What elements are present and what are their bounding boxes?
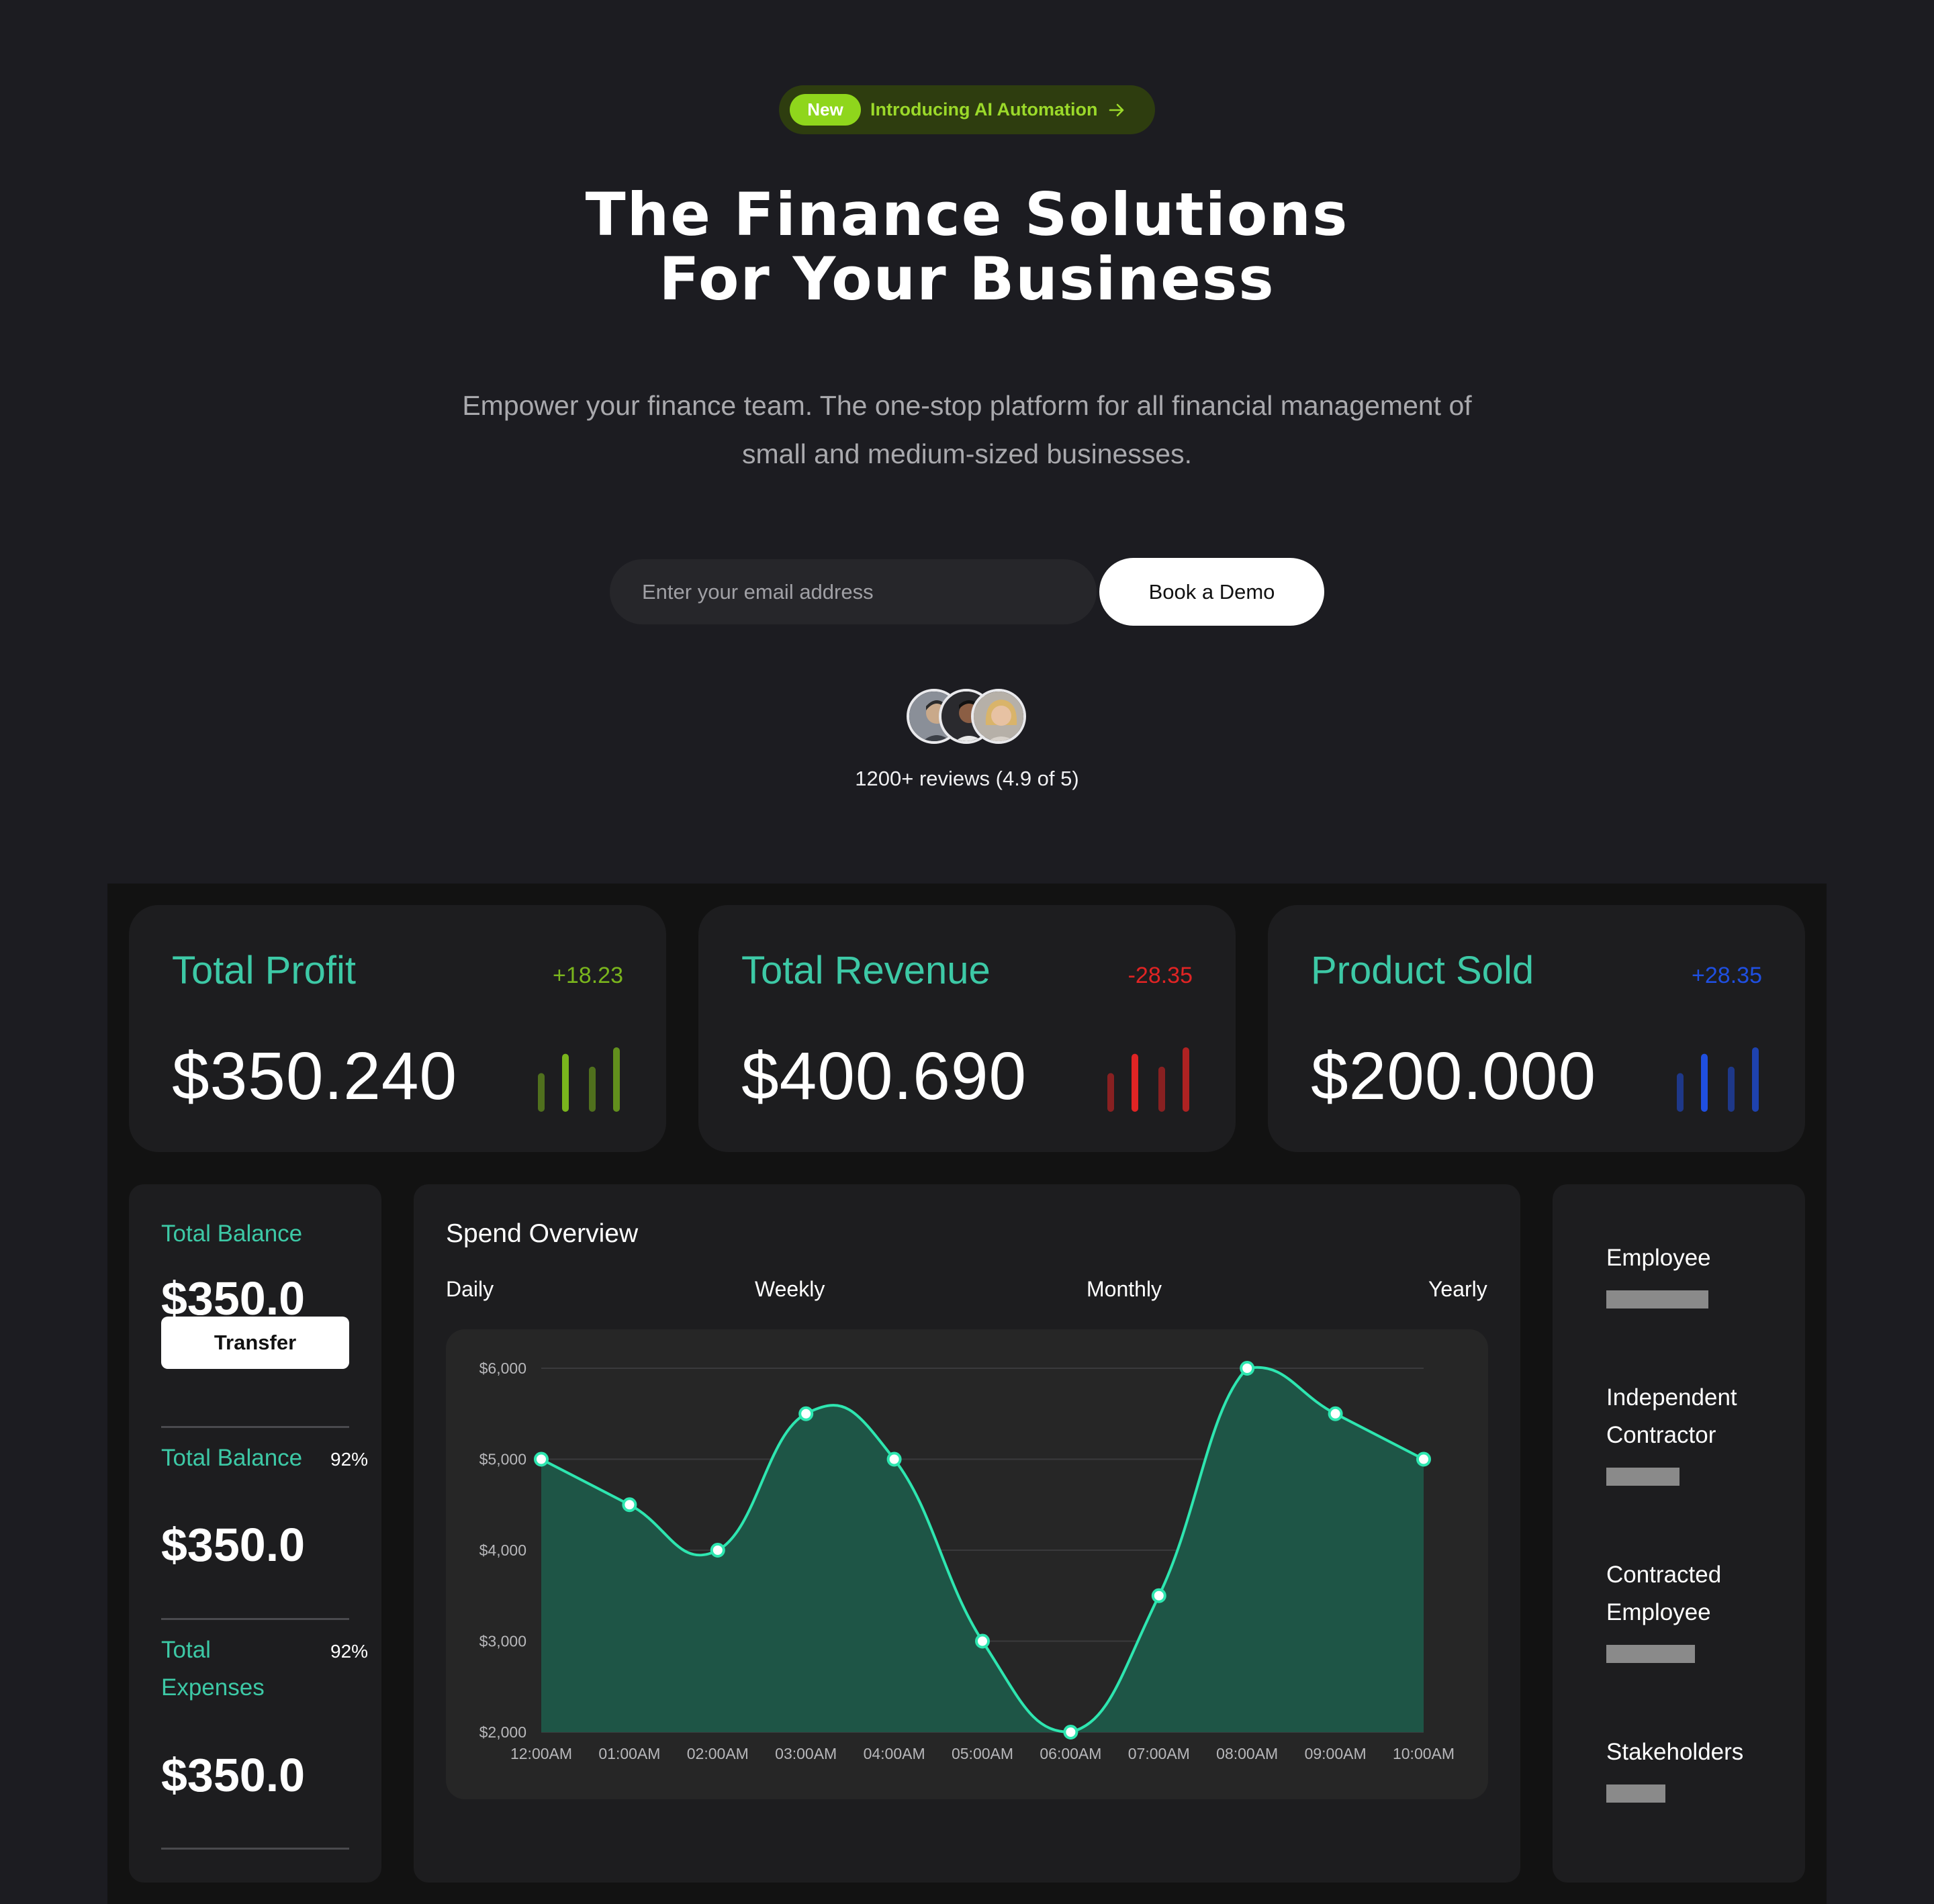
total-balance-label: Total Balance — [161, 1445, 303, 1471]
hero-subtitle-line-1: Empower your finance team. The one-stop … — [462, 390, 1472, 421]
reviewer-avatars — [907, 689, 1027, 745]
email-field-wrapper — [610, 559, 1097, 624]
data-point[interactable] — [1240, 1361, 1255, 1376]
mini-bar-chart-icon — [538, 1047, 620, 1112]
hero-section: New Introducing AI Automation The Financ… — [0, 0, 1934, 884]
divider — [161, 1848, 349, 1850]
balance-percent: 92% — [330, 1449, 369, 1470]
x-tick-label: 09:00AM — [1305, 1745, 1367, 1762]
stat-change: +18.23 — [553, 963, 623, 988]
tab-yearly[interactable]: Yearly — [1428, 1277, 1487, 1302]
workforce-label-employee: Employee — [1606, 1239, 1711, 1277]
workforce-label-independent-contractor: Independent Contractor — [1606, 1379, 1737, 1454]
data-point[interactable] — [1416, 1451, 1431, 1467]
x-tick-label: 07:00AM — [1128, 1745, 1190, 1762]
total-expenses-value: $350.0 — [161, 1749, 306, 1801]
x-tick-label: 02:00AM — [687, 1745, 749, 1762]
data-point[interactable] — [710, 1543, 725, 1558]
data-point[interactable] — [975, 1633, 990, 1649]
x-tick-label: 10:00AM — [1393, 1745, 1455, 1762]
stat-change: -28.35 — [1127, 963, 1193, 988]
x-tick-label: 12:00AM — [510, 1745, 572, 1762]
hero-subtitle: Empower your finance team. The one-stop … — [376, 381, 1558, 478]
total-expenses-label-line1: Total — [161, 1637, 211, 1663]
stat-value: $350.240 — [172, 1039, 458, 1114]
total-expenses-label-line2: Expenses — [161, 1674, 265, 1701]
mini-bar-chart-icon — [1107, 1047, 1189, 1112]
book-demo-button[interactable]: Book a Demo — [1099, 558, 1324, 626]
stat-card-product-sold: Product Sold +28.35 $200.000 — [1268, 905, 1805, 1152]
hero-title-line-2: For Your Business — [659, 244, 1275, 314]
divider — [161, 1426, 349, 1428]
x-tick-label: 03:00AM — [775, 1745, 837, 1762]
x-tick-label: 01:00AM — [598, 1745, 660, 1762]
data-point[interactable] — [798, 1406, 814, 1421]
expenses-percent: 92% — [330, 1641, 369, 1662]
workforce-label-contracted-employee: Contracted Employee — [1606, 1556, 1721, 1631]
tab-daily[interactable]: Daily — [446, 1277, 494, 1302]
reviews-summary: 1200+ reviews (4.9 of 5) — [855, 767, 1079, 790]
workforce-label-line: Independent — [1606, 1384, 1737, 1411]
avatar — [971, 689, 1026, 744]
announcement-badge[interactable]: New Introducing AI Automation — [779, 85, 1155, 134]
stat-title: Product Sold — [1311, 949, 1534, 992]
stat-card-total-profit: Total Profit +18.23 $350.240 — [129, 905, 666, 1152]
workforce-bar — [1606, 1645, 1696, 1663]
spend-overview-title: Spend Overview — [446, 1219, 639, 1248]
data-point[interactable] — [534, 1451, 549, 1467]
spend-chart: $2,000 $3,000 $4,000 $5,000 $6,000 12:00AM 01:… — [446, 1329, 1488, 1799]
stat-card-total-revenue: Total Revenue -28.35 $400.690 — [698, 905, 1236, 1152]
spend-overview-panel: Spend Overview Daily Weekly Monthly Year… — [414, 1184, 1520, 1883]
workforce-panel: Employee Independent Contractor Contract… — [1553, 1184, 1805, 1883]
workforce-bar — [1606, 1290, 1708, 1308]
x-tick-label: 05:00AM — [952, 1745, 1013, 1762]
hero-title-line-1: The Finance Solutions — [585, 180, 1349, 249]
x-tick-label: 04:00AM — [864, 1745, 925, 1762]
data-point[interactable] — [1328, 1406, 1343, 1421]
workforce-label-line: Employee — [1606, 1245, 1711, 1271]
stat-change: +28.35 — [1692, 963, 1762, 988]
arrow-right-icon — [1109, 103, 1124, 116]
new-tag: New — [790, 94, 861, 126]
person-icon — [974, 692, 1023, 741]
hero-subtitle-line-2: small and medium-sized businesses. — [742, 438, 1192, 469]
data-point[interactable] — [622, 1497, 637, 1513]
stat-value: $200.000 — [1311, 1039, 1597, 1114]
workforce-bar — [1606, 1468, 1680, 1486]
workforce-label-line: Employee — [1606, 1599, 1711, 1625]
transfer-button[interactable]: Transfer — [161, 1317, 349, 1369]
data-point[interactable] — [1063, 1725, 1078, 1740]
y-tick-label: $6,000 — [479, 1360, 526, 1377]
x-tick-label: 08:00AM — [1216, 1745, 1278, 1762]
stat-title: Total Revenue — [741, 949, 991, 992]
data-point[interactable] — [886, 1451, 902, 1467]
y-tick-label: $2,000 — [479, 1723, 526, 1741]
mini-bar-chart-icon — [1677, 1047, 1759, 1112]
data-point[interactable] — [1151, 1588, 1166, 1603]
total-balance-value: $350.0 — [161, 1519, 306, 1571]
workforce-label-line: Contracted — [1606, 1562, 1722, 1588]
x-tick-label: 06:00AM — [1040, 1745, 1101, 1762]
workforce-label-line: Stakeholders — [1606, 1739, 1744, 1765]
divider — [161, 1618, 349, 1620]
tab-weekly[interactable]: Weekly — [755, 1277, 825, 1302]
workforce-label-line: Contractor — [1606, 1422, 1716, 1448]
email-field[interactable] — [642, 571, 1072, 612]
tab-monthly[interactable]: Monthly — [1087, 1277, 1162, 1302]
balance-panel: Total Balance $350.0 Transfer Total Bala… — [129, 1184, 381, 1883]
announcement-text: Introducing AI Automation — [870, 99, 1098, 120]
y-tick-label: $5,000 — [479, 1451, 526, 1468]
workforce-bar — [1606, 1784, 1666, 1803]
spend-chart-svg: $2,000 $3,000 $4,000 $5,000 $6,000 12:00AM 01:… — [479, 1360, 1455, 1762]
y-tick-label: $4,000 — [479, 1541, 526, 1559]
hero-title: The Finance Solutions For Your Business — [0, 183, 1934, 312]
y-tick-label: $3,000 — [479, 1633, 526, 1650]
workforce-label-stakeholders: Stakeholders — [1606, 1733, 1743, 1771]
stat-title: Total Profit — [172, 949, 356, 992]
stat-value: $400.690 — [741, 1039, 1027, 1114]
total-balance-label: Total Balance — [161, 1221, 303, 1247]
